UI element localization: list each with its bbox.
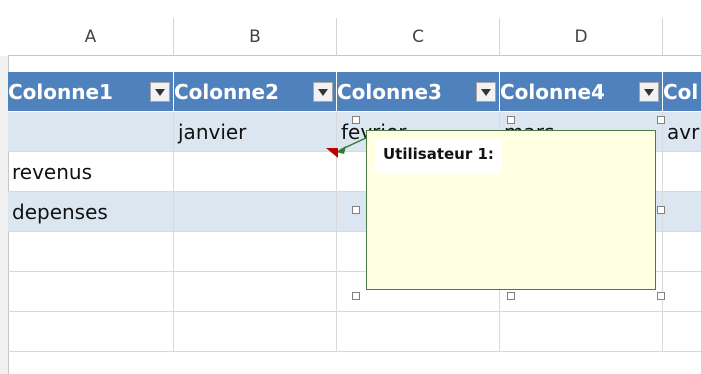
table-header-cell[interactable]: Col (663, 72, 701, 112)
comment-resize-handle[interactable] (657, 292, 665, 300)
table-cell[interactable] (663, 152, 701, 192)
table-cell[interactable] (8, 312, 174, 352)
table-header-cell[interactable]: Colonne3 (337, 72, 500, 112)
table-cell[interactable] (663, 192, 701, 232)
column-header-e[interactable] (663, 18, 701, 56)
table-cell[interactable]: janvier (174, 112, 337, 152)
table-cell[interactable]: depenses (8, 192, 174, 232)
column-header-d[interactable]: D (500, 18, 663, 56)
spreadsheet: A B C D Colonne1 Colonne2 Colonne3 Colon… (0, 0, 701, 374)
table-cell[interactable] (8, 112, 174, 152)
comment-resize-handle[interactable] (352, 292, 360, 300)
table-header-cell[interactable]: Colonne2 (174, 72, 337, 112)
table-cell[interactable] (337, 312, 500, 352)
selection-handle[interactable] (352, 206, 360, 214)
comment-box[interactable]: Utilisateur 1: (366, 130, 656, 290)
table-cell[interactable] (8, 232, 174, 272)
table-cell[interactable]: avr (663, 112, 701, 152)
selection-handle[interactable] (657, 116, 665, 124)
table-header-cell[interactable]: Colonne1 (8, 72, 174, 112)
table-cell[interactable] (174, 192, 337, 232)
table-cell[interactable] (500, 312, 663, 352)
selection-handle[interactable] (657, 206, 665, 214)
table-cell[interactable] (8, 272, 174, 312)
selection-handle[interactable] (352, 116, 360, 124)
table-row (8, 312, 701, 352)
filter-dropdown-icon[interactable] (313, 82, 333, 102)
table-header-cell[interactable]: Colonne4 (500, 72, 663, 112)
table-cell[interactable] (663, 312, 701, 352)
comment-resize-handle[interactable] (507, 292, 515, 300)
comment-indicator-icon (326, 148, 338, 158)
ribbon-edge (0, 0, 701, 18)
table-cell[interactable] (174, 272, 337, 312)
filter-dropdown-icon[interactable] (639, 82, 659, 102)
table-header-row: Colonne1 Colonne2 Colonne3 Colonne4 Col (8, 72, 701, 112)
table-cell[interactable] (174, 312, 337, 352)
filter-dropdown-icon[interactable] (476, 82, 496, 102)
column-header-a[interactable]: A (8, 18, 174, 56)
filter-dropdown-icon[interactable] (150, 82, 170, 102)
column-header-b[interactable]: B (174, 18, 337, 56)
selection-handle[interactable] (507, 116, 515, 124)
table-cell[interactable] (174, 232, 337, 272)
table-cell[interactable]: revenus (8, 152, 174, 192)
table-cell[interactable] (663, 272, 701, 312)
comment-author: Utilisateur 1: (375, 139, 502, 173)
table-cell[interactable] (663, 232, 701, 272)
column-header-c[interactable]: C (337, 18, 500, 56)
table-cell[interactable] (174, 152, 337, 192)
